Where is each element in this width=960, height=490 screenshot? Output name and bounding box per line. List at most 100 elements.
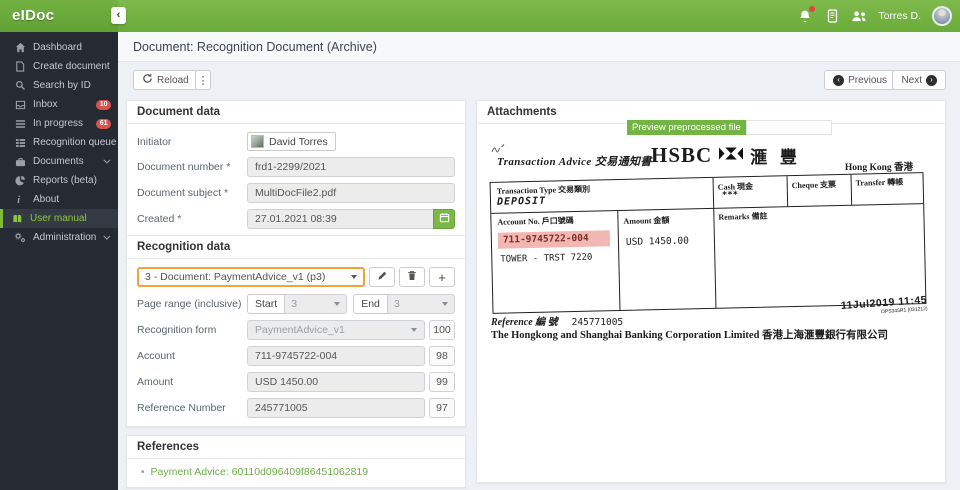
- user-name[interactable]: Torres D.: [878, 10, 921, 22]
- reference-number-field[interactable]: 245771005: [247, 398, 425, 418]
- initiator-avatar: [251, 135, 264, 148]
- hsbc-hexagon-logo: [719, 147, 744, 165]
- book-icon: [11, 214, 23, 224]
- next-button[interactable]: Next: [892, 70, 946, 90]
- page-range-label: Page range (inclusive): [137, 298, 242, 310]
- remarks-label: Remarks 備註: [718, 211, 768, 222]
- user-avatar[interactable]: [932, 6, 952, 26]
- calendar-icon: [439, 210, 450, 228]
- sidebar-item-create-document[interactable]: Create document: [0, 57, 118, 76]
- sidebar-item-recognition-queue[interactable]: Recognition queue: [0, 133, 118, 152]
- sidebar-item-label: Create document: [33, 61, 110, 72]
- scan-brand: HSBC 滙 豐: [651, 143, 801, 168]
- sidebar-item-dashboard[interactable]: Dashboard: [0, 38, 118, 57]
- more-actions-button[interactable]: [195, 70, 211, 90]
- account-label: Account: [137, 350, 175, 362]
- document-subject-field[interactable]: MultiDocFile2.pdf: [247, 183, 455, 203]
- cash-value: ***: [721, 190, 739, 201]
- sidebar-item-label: About: [33, 194, 60, 205]
- caret-down-icon: [442, 302, 448, 306]
- hsbc-wordmark: HSBC: [651, 143, 713, 167]
- document-number-field[interactable]: frd1-2299/2021: [247, 157, 455, 177]
- sidebar-item-label: In progress: [33, 118, 84, 129]
- search-icon: [14, 80, 26, 91]
- end-page-value: 3: [393, 298, 400, 310]
- mobile-app-icon[interactable]: [824, 8, 840, 24]
- sidebar-item-label: Dashboard: [33, 42, 82, 53]
- add-document-button[interactable]: [429, 267, 455, 287]
- notifications-bell-icon[interactable]: [797, 6, 816, 24]
- tasks-icon: [14, 119, 26, 129]
- scanned-document-preview[interactable]: Transaction Advice 交易通知書 HSBC 滙 豐 Hong K…: [483, 137, 939, 478]
- recognition-data-title: Recognition data: [127, 235, 465, 259]
- file-icon: [14, 61, 26, 72]
- reference-number-label: Reference Number: [137, 402, 226, 414]
- sidebar-item-label: Inbox: [33, 99, 58, 110]
- amount-label: Amount: [137, 376, 174, 388]
- amount-field[interactable]: USD 1450.00: [247, 372, 425, 392]
- sidebar-item-in-progress[interactable]: In progress 61: [0, 114, 118, 133]
- bank-name-line: The Hongkong and Shanghai Banking Corpor…: [491, 330, 889, 341]
- scan-region: Hong Kong 香港: [844, 163, 913, 173]
- page-titlebar: Document: Recognition Document (Archive): [118, 32, 960, 62]
- sidebar-collapse-button[interactable]: [111, 7, 126, 24]
- left-column: Document data Initiator David Torres Doc…: [126, 100, 466, 488]
- preview-preprocessed-file-button[interactable]: Preview preprocessed file: [627, 120, 746, 135]
- account-score: 98: [429, 346, 455, 366]
- inbox-count-badge: 10: [96, 99, 111, 110]
- cheque-label: Cheque 支票: [791, 180, 837, 191]
- list-grid-icon: [14, 138, 26, 148]
- sidebar-item-label: Administration: [33, 232, 97, 243]
- toolbar: Reload Previous Next: [118, 62, 960, 98]
- sidebar-item-label: Documents: [33, 156, 84, 167]
- reload-button[interactable]: Reload: [133, 70, 198, 90]
- preview-row: Preview preprocessed file: [627, 120, 832, 135]
- reload-label: Reload: [157, 74, 189, 86]
- recognized-document-select[interactable]: 3 - Document: PaymentAdvice_v1 (p3): [137, 267, 365, 287]
- pie-chart-icon: [14, 175, 26, 186]
- sidebar-item-search-by-id[interactable]: Search by ID: [0, 76, 118, 95]
- svg-text:i: i: [17, 195, 20, 205]
- created-field[interactable]: 27.01.2021 08:39: [247, 209, 433, 229]
- recognition-form-label: Recognition form: [137, 324, 217, 336]
- document-data-card: Document data Initiator David Torres Doc…: [126, 100, 466, 427]
- references-title: References: [127, 436, 465, 459]
- initiator-chip[interactable]: David Torres: [247, 132, 336, 151]
- caret-down-icon: [334, 302, 341, 306]
- payment-advice-reference-link[interactable]: Payment Advice: 60110d096409f86451062819: [151, 466, 369, 478]
- sidebar-item-about[interactable]: i About: [0, 190, 118, 209]
- start-label: Start: [247, 294, 286, 314]
- reference-label-scan: Reference 編 號: [491, 317, 558, 328]
- recognition-form-value: PaymentAdvice_v1: [255, 324, 345, 336]
- account-value-line2: TOWER - TRST 7220: [500, 252, 593, 265]
- edit-document-button[interactable]: [369, 267, 395, 287]
- document-subject-label: Document subject *: [137, 187, 229, 199]
- inbox-icon: [14, 100, 26, 110]
- sidebar-item-administration[interactable]: Administration: [0, 228, 118, 247]
- recognition-form-select[interactable]: PaymentAdvice_v1: [247, 320, 425, 340]
- attachments-card: Attachments Preview preprocessed file Tr…: [476, 100, 946, 483]
- start-page-select[interactable]: 3: [285, 294, 348, 314]
- calendar-button[interactable]: [433, 209, 455, 229]
- gears-icon: [14, 232, 26, 243]
- preview-tooltip-box[interactable]: [745, 120, 832, 135]
- users-group-icon[interactable]: [851, 8, 867, 24]
- sidebar-item-inbox[interactable]: Inbox 10: [0, 95, 118, 114]
- next-arrow-icon: [926, 74, 937, 86]
- sidebar: Dashboard Create document Search by ID I…: [0, 32, 118, 490]
- end-label: End: [353, 294, 388, 314]
- account-field[interactable]: 711-9745722-004: [247, 346, 425, 366]
- caret-down-icon: [351, 275, 357, 279]
- previous-button[interactable]: Previous: [824, 70, 896, 90]
- sidebar-item-documents[interactable]: Documents: [0, 152, 118, 171]
- delete-document-button[interactable]: [399, 267, 425, 287]
- sidebar-item-reports[interactable]: Reports (beta): [0, 171, 118, 190]
- account-value-highlight: 711-9745722-004: [497, 230, 611, 249]
- transfer-label: Transfer 轉帳: [855, 177, 904, 188]
- caret-down-icon: [411, 328, 417, 332]
- document-number-label: Document number *: [137, 161, 231, 173]
- sidebar-item-user-manual[interactable]: User manual: [0, 209, 118, 228]
- home-icon: [14, 42, 26, 53]
- recognition-form-score: 100: [429, 320, 455, 340]
- end-page-select[interactable]: 3: [387, 294, 455, 314]
